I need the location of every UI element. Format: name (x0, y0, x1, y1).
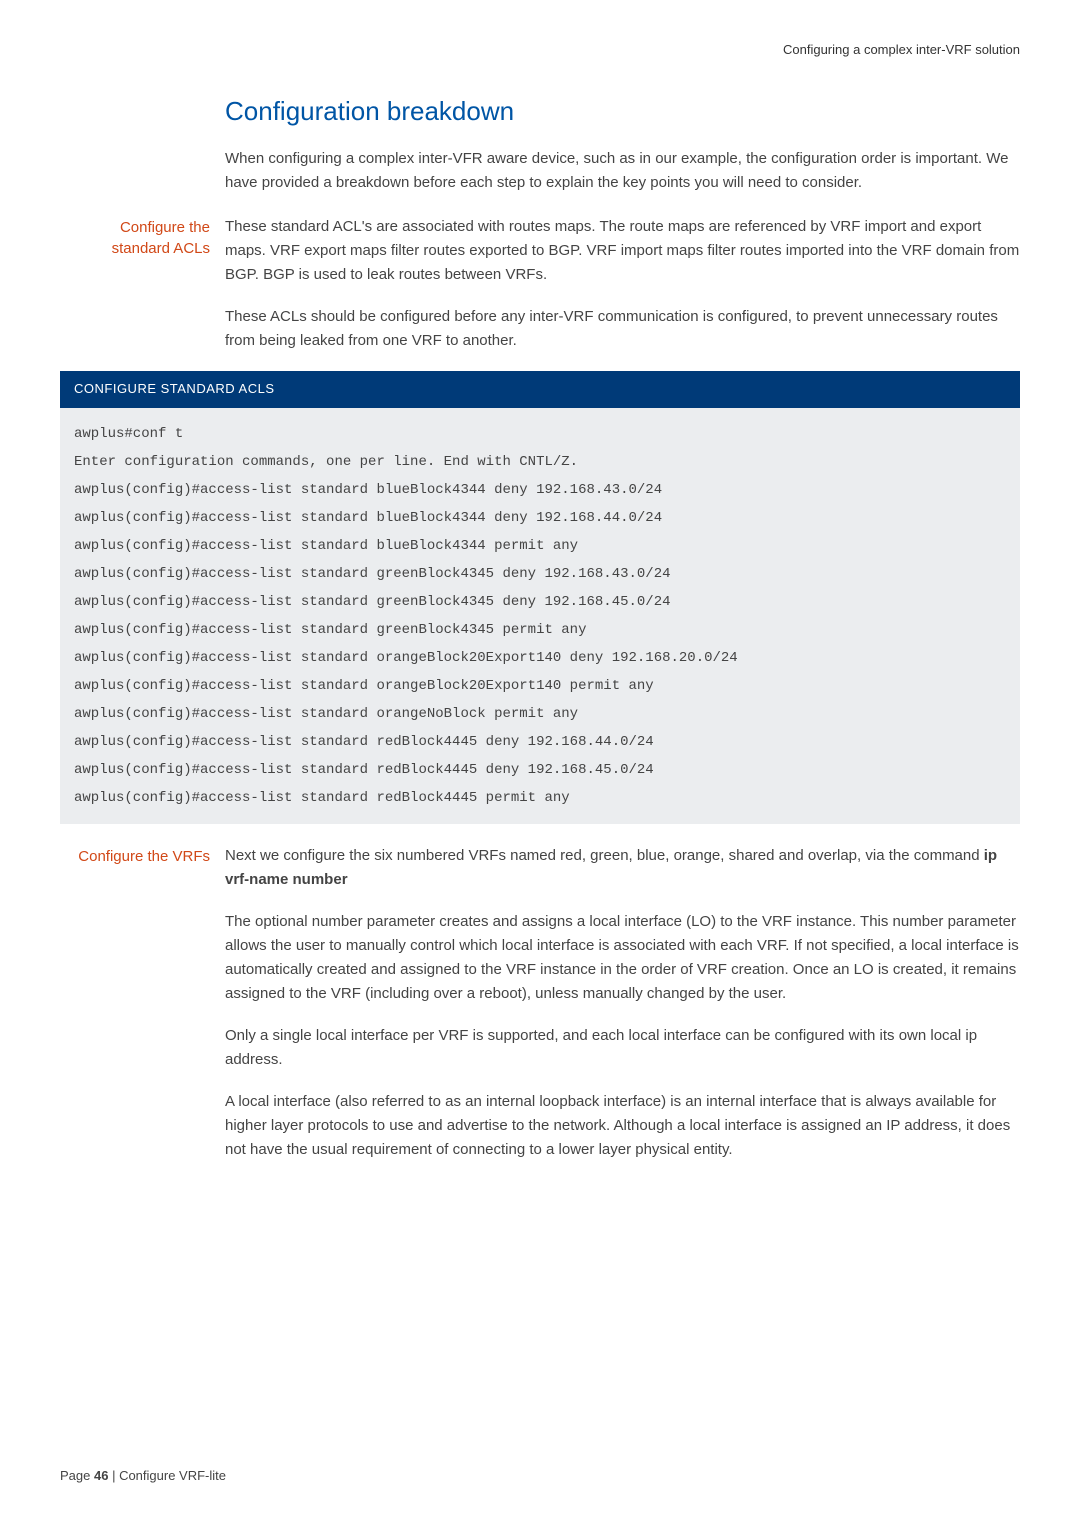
code-block-header: CONFIGURE STANDARD ACLS (60, 371, 1020, 408)
section-intro: When configuring a complex inter-VFR awa… (225, 147, 1020, 195)
para-vrfs-1-prefix: Next we configure the six numbered VRFs … (225, 847, 984, 864)
page-header-right: Configuring a complex inter-VRF solution (60, 40, 1020, 61)
footer-page-label: Page (60, 1468, 94, 1483)
para-acls-1: These standard ACL's are associated with… (225, 215, 1020, 287)
para-vrfs-3: Only a single local interface per VRF is… (225, 1024, 1020, 1072)
page-footer: Page 46 | Configure VRF-lite (60, 1466, 226, 1487)
para-vrfs-2: The optional number parameter creates an… (225, 910, 1020, 1006)
section-title: Configuration breakdown (225, 91, 1020, 133)
sidebar-label-vrfs: Configure the VRFs (60, 844, 210, 867)
footer-separator: | (108, 1468, 119, 1483)
code-block-content: awplus#conf t Enter configuration comman… (60, 408, 1020, 824)
para-vrfs-1: Next we configure the six numbered VRFs … (225, 844, 1020, 892)
footer-doc-title: Configure VRF-lite (119, 1468, 226, 1483)
sidebar-label-acls: Configure the standard ACLs (60, 215, 210, 259)
para-vrfs-4: A local interface (also referred to as a… (225, 1090, 1020, 1162)
para-acls-2: These ACLs should be configured before a… (225, 305, 1020, 353)
footer-page-number: 46 (94, 1468, 108, 1483)
